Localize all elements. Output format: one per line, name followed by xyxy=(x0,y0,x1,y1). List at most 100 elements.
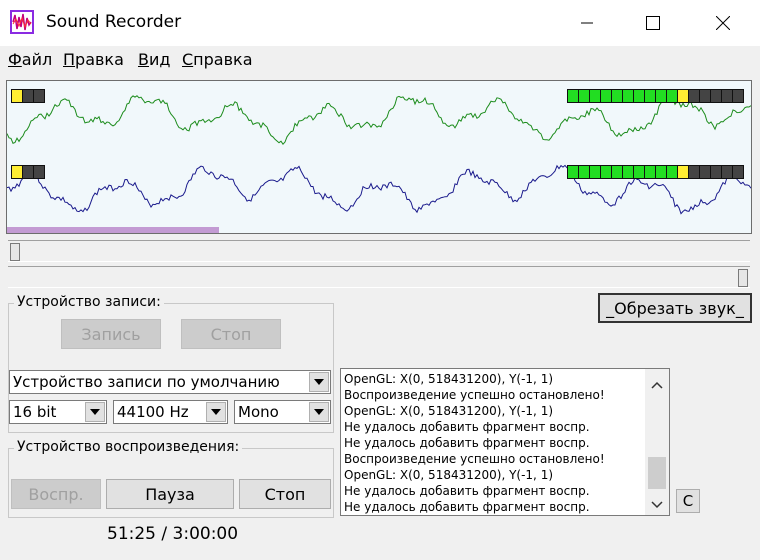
level-meter-right-input xyxy=(11,165,45,179)
level-meter-segment xyxy=(689,166,699,178)
record-stop-button[interactable]: Стоп xyxy=(181,319,281,349)
chevron-down-icon[interactable] xyxy=(309,372,329,392)
menu-help-label: правка xyxy=(193,50,253,69)
menu-edit-label: равка xyxy=(75,50,124,69)
chevron-down-icon[interactable] xyxy=(651,497,663,513)
log-line: OpenGL: X(0, 518431200), Y(-1, 1) xyxy=(344,404,554,418)
maximize-button[interactable] xyxy=(630,0,676,46)
level-meter-segment xyxy=(722,166,732,178)
maximize-icon xyxy=(646,16,660,30)
menu-edit[interactable]: Правка xyxy=(63,50,124,69)
level-meter-segment xyxy=(733,166,743,178)
level-meter-segment xyxy=(656,90,666,102)
title-bar: Sound Recorder xyxy=(0,0,760,46)
level-meter-segment xyxy=(23,166,33,178)
volume-slider-thumb[interactable] xyxy=(738,269,748,287)
menu-help[interactable]: Справка xyxy=(182,50,253,69)
level-meter-segment xyxy=(634,90,644,102)
level-meter-segment xyxy=(612,166,622,178)
level-meter-segment xyxy=(601,90,611,102)
level-meter-left-output xyxy=(567,89,744,103)
volume-slider[interactable] xyxy=(8,266,750,288)
sample-rate-select[interactable]: 44100 Hz xyxy=(113,400,228,424)
bit-depth-value: 16 bit xyxy=(13,403,57,421)
menu-file-accel: Ф xyxy=(8,50,22,69)
log-line: Воспроизведение успешно остановлено! xyxy=(344,452,605,466)
level-meter-segment xyxy=(23,90,33,102)
chevron-down-icon[interactable] xyxy=(206,402,226,422)
log-line: Воспроизведение успешно остановлено! xyxy=(344,388,605,402)
bit-depth-select[interactable]: 16 bit xyxy=(9,400,107,424)
chevron-down-icon[interactable] xyxy=(85,402,105,422)
log-line: Не удалось добавить фрагмент воспр. xyxy=(344,436,590,450)
menu-bar: Файл Правка Вид Справка xyxy=(0,46,760,74)
log-scrollbar[interactable] xyxy=(645,369,669,515)
log-textbox[interactable]: OpenGL: X(0, 518431200), Y(-1, 1) Воспрои… xyxy=(340,368,670,516)
channels-value: Mono xyxy=(238,403,279,421)
level-meter-segment xyxy=(12,90,22,102)
level-meter-segment xyxy=(700,90,710,102)
log-scrollbar-thumb[interactable] xyxy=(648,457,666,489)
waveform-display[interactable] xyxy=(6,80,752,234)
menu-view-accel: В xyxy=(138,50,149,69)
level-meter-segment xyxy=(34,90,44,102)
log-lines: OpenGL: X(0, 518431200), Y(-1, 1) Воспрои… xyxy=(344,371,642,515)
level-meter-segment xyxy=(645,90,655,102)
waveform-channel-1 xyxy=(7,95,751,146)
clear-log-button[interactable]: C xyxy=(676,489,700,513)
level-meter-segment xyxy=(590,90,600,102)
level-meter-segment xyxy=(601,166,611,178)
record-device-select[interactable]: Устройство записи по умолчанию xyxy=(9,370,331,394)
menu-view[interactable]: Вид xyxy=(138,50,170,69)
log-line: OpenGL: X(0, 518431200), Y(-1, 1) xyxy=(344,468,554,482)
record-button[interactable]: Запись xyxy=(61,319,161,349)
level-meter-left-input xyxy=(11,89,45,103)
window-title: Sound Recorder xyxy=(46,12,182,32)
playback-progress-bar xyxy=(7,227,219,233)
trim-sound-button[interactable]: _Обрезать звук_ xyxy=(598,293,752,323)
menu-file-label: айл xyxy=(21,50,53,69)
chevron-up-icon[interactable] xyxy=(651,377,663,393)
level-meter-segment xyxy=(711,166,721,178)
level-meter-segment xyxy=(623,90,633,102)
log-line: Не удалось добавить фрагмент воспр. xyxy=(344,484,590,498)
record-device-value: Устройство записи по умолчанию xyxy=(13,373,280,391)
log-line: Не удалось добавить фрагмент воспр. xyxy=(344,420,590,434)
menu-help-accel: С xyxy=(182,50,194,69)
level-meter-segment xyxy=(634,166,644,178)
level-meter-segment xyxy=(12,166,22,178)
level-meter-segment xyxy=(733,90,743,102)
record-device-label: Устройство записи: xyxy=(14,294,164,310)
playback-device-label: Устройство воспроизведения: xyxy=(14,439,243,455)
menu-file[interactable]: Файл xyxy=(8,50,52,69)
level-meter-segment xyxy=(722,90,732,102)
position-slider-thumb[interactable] xyxy=(10,243,20,261)
time-display: 51:25 / 3:00:00 xyxy=(107,524,239,544)
pause-button[interactable]: Пауза xyxy=(106,479,234,509)
level-meter-segment xyxy=(678,166,688,178)
play-button[interactable]: Воспр. xyxy=(11,479,101,509)
level-meter-segment xyxy=(579,90,589,102)
level-meter-segment xyxy=(667,90,677,102)
level-meter-segment xyxy=(711,90,721,102)
level-meter-segment xyxy=(568,90,578,102)
level-meter-segment xyxy=(612,90,622,102)
log-line: Не удалось добавить фрагмент воспр. xyxy=(344,500,590,514)
close-icon xyxy=(716,16,730,30)
channels-select[interactable]: Mono xyxy=(234,400,331,424)
menu-view-label: ид xyxy=(148,50,171,69)
close-button[interactable] xyxy=(700,0,746,46)
minimize-button[interactable] xyxy=(564,0,610,46)
level-meter-right-output xyxy=(567,165,744,179)
level-meter-segment xyxy=(623,166,633,178)
level-meter-segment xyxy=(645,166,655,178)
chevron-down-icon[interactable] xyxy=(309,402,329,422)
playback-stop-button[interactable]: Стоп xyxy=(239,479,331,509)
waveform-canvas xyxy=(7,89,751,233)
position-slider[interactable] xyxy=(8,240,750,262)
level-meter-segment xyxy=(700,166,710,178)
level-meter-segment xyxy=(678,90,688,102)
level-meter-segment xyxy=(34,166,44,178)
level-meter-segment xyxy=(579,166,589,178)
level-meter-segment xyxy=(568,166,578,178)
